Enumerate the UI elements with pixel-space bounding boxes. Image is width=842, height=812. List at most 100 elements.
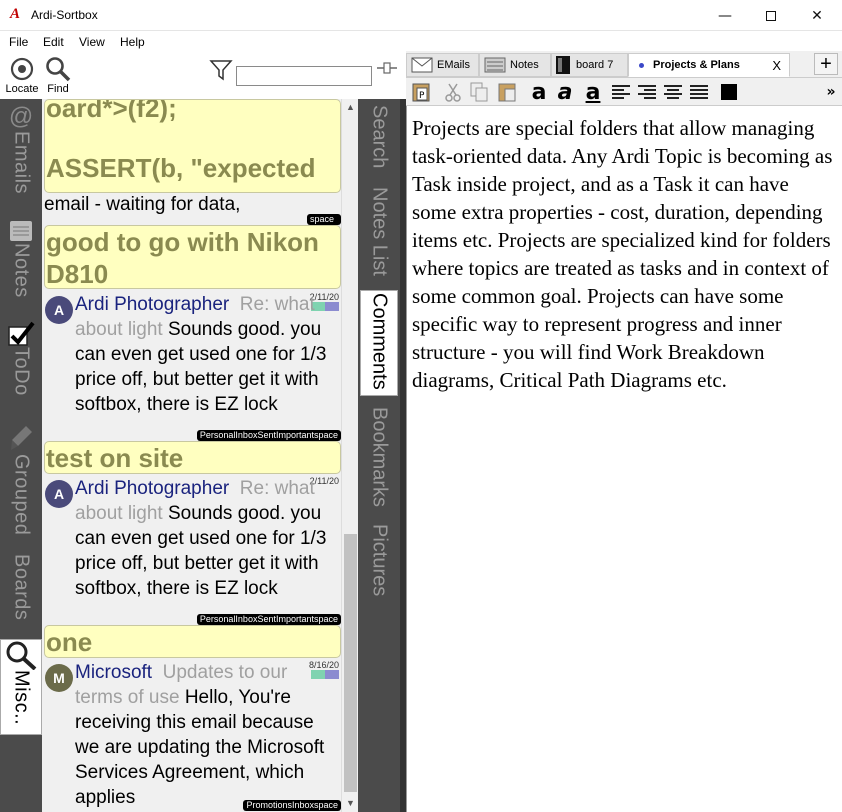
add-tab-button[interactable]: +	[814, 53, 838, 75]
locate-icon	[4, 55, 40, 83]
slider-icon[interactable]	[376, 61, 398, 75]
avatar: A	[45, 480, 73, 508]
scroll-up-icon[interactable]: ▲	[342, 99, 359, 116]
tab-board-7[interactable]: board 7	[551, 53, 628, 77]
active-dot-icon	[639, 62, 644, 68]
tab-projects-plans[interactable]: Projects & Plans X	[628, 53, 790, 77]
left-category-rail: @ Emails Notes ToDo Grouped Boards Misc.…	[0, 99, 42, 812]
rail-tab-notes[interactable]: Notes	[0, 219, 42, 319]
rail-tab-misc[interactable]: Misc..	[0, 639, 42, 735]
marker-icon	[11, 426, 32, 450]
rail-tab-bookmarks[interactable]: Bookmarks	[358, 407, 400, 517]
group-line: ASSERT(b, "expected	[46, 153, 316, 183]
close-icon: ✕	[811, 7, 823, 24]
text-color-icon[interactable]	[718, 81, 740, 103]
rail-tab-grouped[interactable]: Grouped	[0, 424, 42, 544]
locate-button[interactable]: Locate	[4, 55, 40, 99]
maximize-button[interactable]	[748, 0, 794, 31]
tab-label: Projects & Plans	[653, 59, 740, 71]
avatar: M	[45, 664, 73, 692]
copy-icon[interactable]	[468, 81, 490, 103]
rail-label-notes-list: Notes List	[368, 187, 391, 276]
rail-label-emails: Emails	[10, 131, 33, 195]
item-sender: Ardi Photographer	[75, 294, 230, 315]
paste-icon[interactable]	[496, 81, 518, 103]
close-button[interactable]: ✕	[794, 0, 840, 31]
rail-tab-notes-list[interactable]: Notes List	[358, 187, 400, 283]
scrollbar-thumb[interactable]	[344, 534, 357, 792]
rail-tab-todo[interactable]: ToDo	[0, 321, 42, 411]
locate-label: Locate	[5, 83, 39, 95]
rail-label-notes: Notes	[10, 243, 33, 298]
tab-emails[interactable]: EMails	[406, 53, 479, 77]
item-sender: Microsoft	[75, 662, 153, 683]
title-bar: A Ardi-Sortbox — ✕	[0, 0, 842, 31]
tab-label: board 7	[576, 59, 614, 71]
app-logo-icon: A	[10, 6, 21, 22]
rail-tab-emails[interactable]: @ Emails	[0, 103, 42, 213]
underline-icon[interactable]: a	[582, 80, 604, 105]
close-tab-icon[interactable]: X	[772, 58, 781, 73]
rail-tab-boards[interactable]: Boards	[0, 554, 42, 624]
mail-icon	[411, 57, 433, 73]
notes-icon	[10, 221, 32, 241]
find-label: Find	[47, 83, 69, 95]
board-icon	[556, 56, 570, 74]
rail-label-misc: Misc..	[10, 670, 33, 726]
at-sign-icon: @	[8, 103, 34, 130]
tag-strip: PersonalInboxSentImportantspace	[196, 614, 341, 625]
rail-label-todo: ToDo	[10, 347, 33, 396]
tag-strip: space	[307, 214, 341, 225]
overflow-menu-icon[interactable]: »	[820, 81, 842, 103]
menu-edit[interactable]: Edit	[43, 35, 64, 49]
document-text[interactable]: Projects are special folders that allow …	[412, 114, 837, 394]
tag-strip: PromotionsInboxspace	[243, 800, 341, 811]
align-left-icon[interactable]	[610, 81, 632, 103]
list-item[interactable]: M 8/16/20 Microsoft Updates to our terms…	[42, 658, 341, 812]
justify-icon[interactable]	[688, 81, 710, 103]
filter-icon[interactable]	[209, 59, 233, 81]
group-header[interactable]: test on site	[44, 441, 341, 474]
group-line: oard*>(f2);	[46, 99, 177, 123]
cut-icon[interactable]	[442, 81, 464, 103]
document-editor[interactable]: Projects are special folders that allow …	[406, 106, 842, 812]
filter-input[interactable]	[236, 66, 372, 86]
group-header[interactable]: good to go with Nikon D810	[44, 225, 341, 289]
item-sender: Ardi Photographer	[75, 478, 230, 499]
scroll-down-icon[interactable]: ▼	[342, 795, 359, 812]
menu-help[interactable]: Help	[120, 35, 145, 49]
notes-icon	[484, 57, 506, 73]
menu-file[interactable]: File	[9, 35, 28, 49]
list-item[interactable]: A 2/11/20 Ardi Photographer Re: what abo…	[42, 290, 341, 441]
tab-label: Notes	[510, 59, 539, 71]
format-toolbar: P a a a »	[406, 78, 842, 106]
group-header[interactable]: one	[44, 625, 341, 658]
minimize-icon: —	[718, 7, 732, 24]
rail-tab-pictures[interactable]: Pictures	[358, 524, 400, 604]
menu-view[interactable]: View	[79, 35, 105, 49]
paste-special-icon[interactable]: P	[410, 81, 432, 103]
rail-label-comments: Comments	[368, 293, 391, 390]
svg-text:P: P	[419, 91, 425, 101]
list-item-text[interactable]: email - waiting for data,	[44, 194, 240, 216]
topic-list[interactable]: oard*>(f2); ASSERT(b, "expected email - …	[42, 99, 341, 812]
list-item[interactable]: A 2/11/20 Ardi Photographer Re: what abo…	[42, 474, 341, 625]
italic-icon[interactable]: a	[554, 80, 576, 105]
item-body: Microsoft Updates to our terms of use He…	[75, 660, 339, 810]
find-button[interactable]: Find	[40, 55, 76, 99]
item-body: Ardi Photographer Re: what about light S…	[75, 292, 339, 438]
rail-tab-search[interactable]: Search	[358, 105, 400, 183]
rail-label-bookmarks: Bookmarks	[368, 407, 391, 508]
align-center-icon[interactable]	[662, 81, 684, 103]
tab-notes[interactable]: Notes	[479, 53, 551, 77]
maximize-icon	[766, 10, 776, 21]
rail-label-boards: Boards	[10, 554, 33, 621]
rail-label-grouped: Grouped	[10, 454, 33, 536]
search-icon	[40, 55, 76, 83]
group-header-code[interactable]: oard*>(f2); ASSERT(b, "expected	[44, 99, 341, 193]
rail-tab-comments[interactable]: Comments	[360, 290, 398, 396]
bold-icon[interactable]: a	[528, 80, 550, 105]
align-right-icon[interactable]	[636, 81, 658, 103]
list-scrollbar[interactable]: ▲ ▼	[341, 99, 358, 812]
minimize-button[interactable]: —	[702, 0, 748, 31]
